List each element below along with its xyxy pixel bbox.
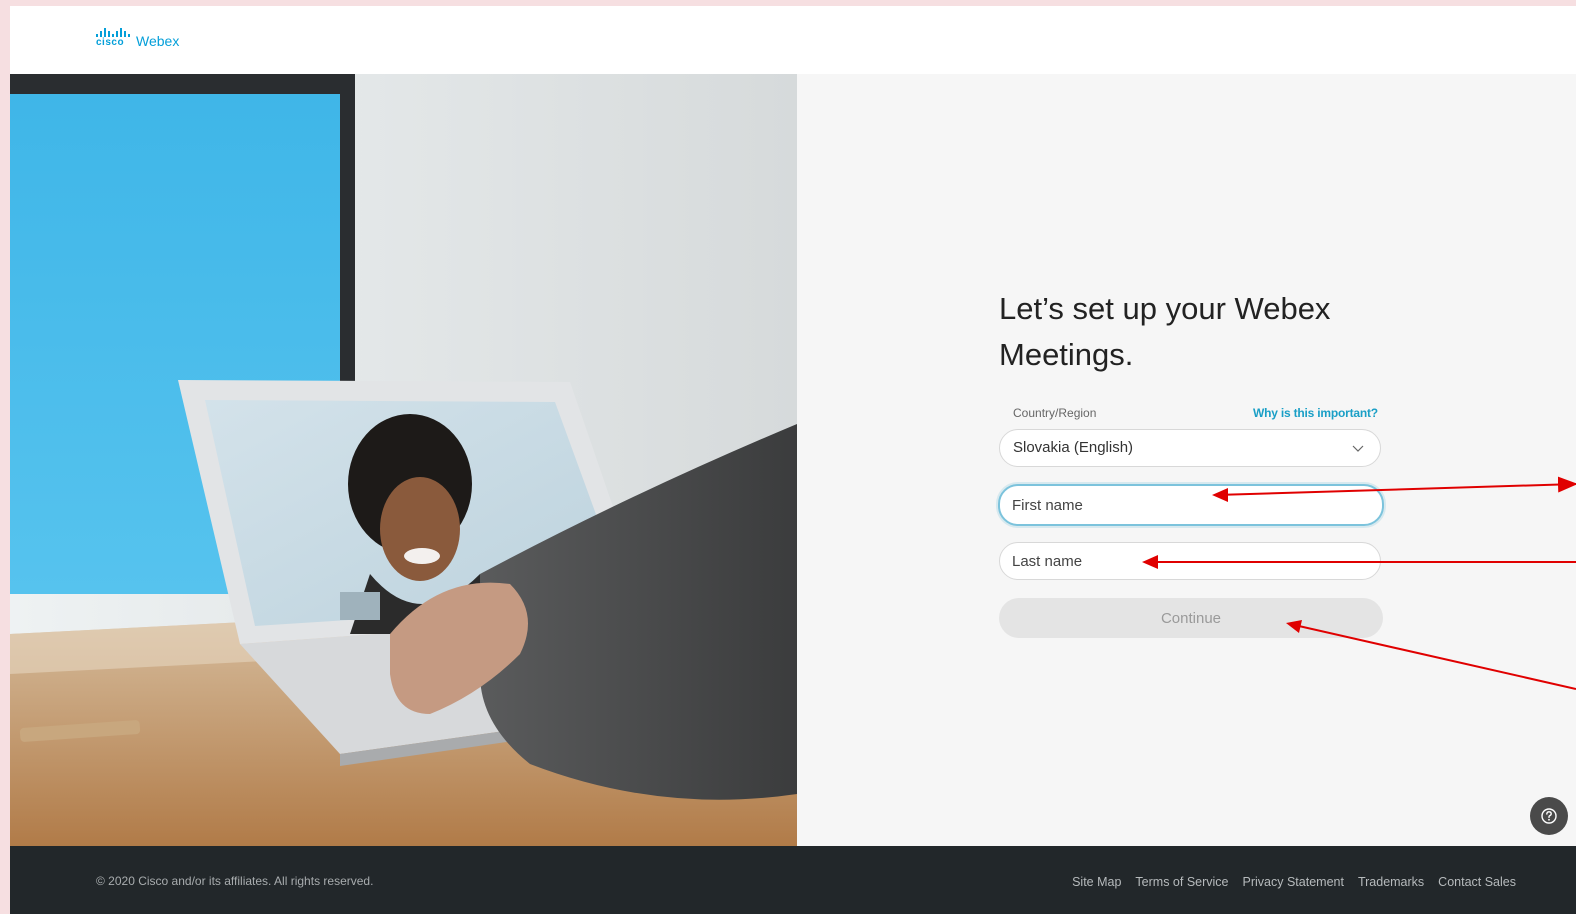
hero-photo-illustration bbox=[10, 74, 797, 846]
why-important-link[interactable]: Why is this important? bbox=[1253, 406, 1378, 420]
footer-link-site-map[interactable]: Site Map bbox=[1072, 875, 1121, 889]
country-region-value: Slovakia (English) bbox=[1013, 439, 1134, 456]
cisco-webex-logo[interactable]: cisco Webex bbox=[96, 28, 180, 49]
webex-wordmark: Webex bbox=[136, 33, 180, 49]
country-region-label: Country/Region bbox=[1013, 406, 1097, 420]
help-button[interactable] bbox=[1530, 797, 1568, 835]
country-region-select[interactable]: Slovakia (English) bbox=[999, 429, 1381, 467]
copyright-text: © 2020 Cisco and/or its affiliates. All … bbox=[96, 874, 374, 888]
first-name-input[interactable] bbox=[998, 484, 1384, 526]
webex-signup-page: cisco Webex Let’s set up your Webex Meet… bbox=[10, 6, 1576, 914]
page-title: Let’s set up your Webex Meetings. bbox=[999, 291, 1331, 372]
chevron-down-icon bbox=[1352, 445, 1364, 452]
footer-link-terms[interactable]: Terms of Service bbox=[1135, 875, 1228, 889]
footer-links: Site Map Terms of Service Privacy Statem… bbox=[1072, 875, 1516, 889]
continue-button[interactable]: Continue bbox=[999, 598, 1383, 638]
footer: © 2020 Cisco and/or its affiliates. All … bbox=[10, 846, 1576, 914]
signup-panel: Let’s set up your Webex Meetings. Countr… bbox=[797, 74, 1576, 846]
cisco-logo: cisco bbox=[96, 28, 130, 48]
cisco-wordmark: cisco bbox=[96, 37, 125, 48]
footer-link-privacy[interactable]: Privacy Statement bbox=[1243, 875, 1344, 889]
cisco-bars-icon bbox=[96, 28, 130, 37]
hero-image bbox=[10, 74, 797, 846]
footer-link-contact-sales[interactable]: Contact Sales bbox=[1438, 875, 1516, 889]
header: cisco Webex bbox=[10, 6, 1576, 74]
last-name-input[interactable] bbox=[999, 542, 1381, 580]
help-icon bbox=[1541, 808, 1557, 824]
footer-link-trademarks[interactable]: Trademarks bbox=[1358, 875, 1424, 889]
